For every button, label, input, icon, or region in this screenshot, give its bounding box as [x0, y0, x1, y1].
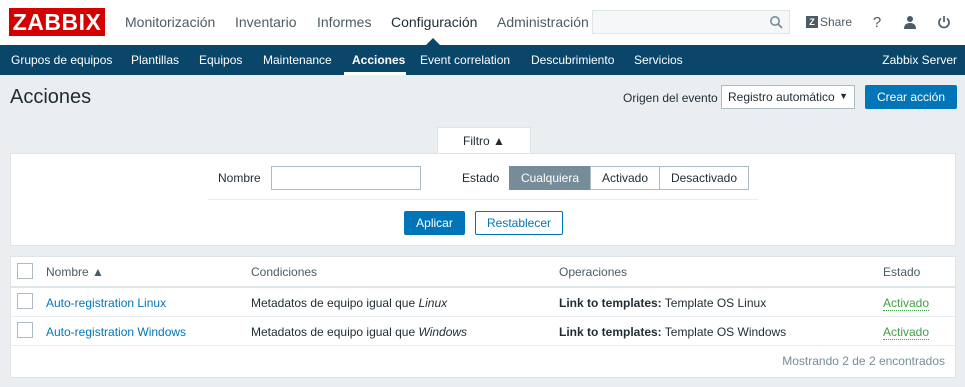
- state-any-radio[interactable]: Cualquiera: [509, 166, 591, 190]
- action-conditions: Metadatos de equipo igual que Windows: [251, 325, 467, 339]
- search-input[interactable]: [592, 10, 790, 34]
- sub-nav: Grupos de equipos Plantillas Equipos Mai…: [0, 45, 965, 75]
- active-nav-indicator: [426, 38, 440, 45]
- apply-button[interactable]: Aplicar: [404, 211, 465, 235]
- state-filter-label: Estado: [462, 171, 500, 185]
- operation-value: Template OS Windows: [661, 325, 787, 339]
- filter-divider: [208, 199, 758, 200]
- subnav-services[interactable]: Servicios: [634, 53, 683, 67]
- action-name-link[interactable]: Auto-registration Windows: [46, 325, 186, 339]
- power-icon[interactable]: [936, 13, 952, 31]
- name-filter-input[interactable]: [271, 166, 421, 190]
- col-name-header[interactable]: Nombre ▲: [46, 265, 104, 279]
- name-filter-label: Nombre: [218, 171, 261, 185]
- table-row: Auto-registration Windows Metadatos de e…: [11, 317, 955, 346]
- subnav-actions[interactable]: Acciones: [352, 53, 405, 67]
- nav-reports[interactable]: Informes: [317, 14, 371, 30]
- active-subnav-underline: [344, 72, 406, 75]
- operation-type: Link to templates:: [559, 296, 662, 310]
- nav-administration[interactable]: Administración: [497, 14, 589, 30]
- event-source-select[interactable]: Registro automático ▼: [721, 85, 855, 109]
- col-operations-header: Operaciones: [559, 265, 628, 279]
- operation-type: Link to templates:: [559, 325, 662, 339]
- action-name-link[interactable]: Auto-registration Linux: [46, 296, 166, 310]
- help-icon[interactable]: ?: [869, 13, 885, 31]
- reset-button[interactable]: Restablecer: [475, 211, 563, 235]
- subnav-maintenance[interactable]: Maintenance: [263, 53, 332, 67]
- share-label: Share: [820, 15, 853, 29]
- action-conditions: Metadatos de equipo igual que Linux: [251, 296, 447, 310]
- server-name: Zabbix Server: [882, 53, 957, 67]
- status-toggle[interactable]: Activado: [883, 296, 930, 311]
- condition-value: Linux: [418, 296, 448, 310]
- share-icon: Z: [806, 16, 818, 28]
- nav-inventory[interactable]: Inventario: [235, 14, 296, 30]
- nav-monitoring[interactable]: Monitorización: [125, 14, 215, 30]
- filter-tab[interactable]: Filtro ▲: [437, 127, 531, 154]
- subnav-host-groups[interactable]: Grupos de equipos: [11, 53, 112, 67]
- actions-table: Nombre ▲ Condiciones Operaciones Estado …: [10, 256, 956, 378]
- condition-value: Windows: [418, 325, 468, 339]
- subnav-discovery[interactable]: Descubrimiento: [531, 53, 614, 67]
- condition-text: Metadatos de equipo igual que: [251, 296, 419, 310]
- col-conditions-header: Condiciones: [251, 265, 318, 279]
- top-header: ZABBIX Monitorización Inventario Informe…: [0, 0, 965, 45]
- subnav-hosts[interactable]: Equipos: [199, 53, 242, 67]
- state-disabled-radio[interactable]: Desactivado: [659, 166, 749, 190]
- create-action-button[interactable]: Crear acción: [865, 85, 957, 109]
- action-operations: Link to templates: Template OS Windows: [559, 325, 786, 339]
- condition-text: Metadatos de equipo igual que: [251, 325, 419, 339]
- page-title: Acciones: [10, 86, 92, 108]
- select-all-checkbox[interactable]: [17, 263, 33, 279]
- subnav-event-correlation[interactable]: Event correlation: [420, 53, 510, 67]
- user-icon[interactable]: [902, 13, 918, 31]
- table-row: Auto-registration Linux Metadatos de equ…: [11, 288, 955, 317]
- operation-value: Template OS Linux: [661, 296, 767, 310]
- state-enabled-radio[interactable]: Activado: [590, 166, 660, 190]
- col-status-header[interactable]: Estado: [883, 265, 920, 279]
- subnav-templates[interactable]: Plantillas: [131, 53, 179, 67]
- row-checkbox[interactable]: [17, 322, 33, 338]
- row-checkbox[interactable]: [17, 293, 33, 309]
- share-button[interactable]: Z Share: [806, 15, 852, 29]
- event-source-label: Origen del evento: [623, 91, 718, 105]
- zabbix-logo[interactable]: ZABBIX: [9, 8, 105, 36]
- nav-configuration[interactable]: Configuración: [391, 14, 477, 30]
- dropdown-arrow-icon: ▼: [839, 91, 848, 101]
- search-icon[interactable]: [769, 15, 783, 29]
- table-header-row: Nombre ▲ Condiciones Operaciones Estado: [11, 257, 955, 288]
- action-operations: Link to templates: Template OS Linux: [559, 296, 766, 310]
- results-count: Mostrando 2 de 2 encontrados: [782, 354, 945, 368]
- status-toggle[interactable]: Activado: [883, 325, 930, 340]
- event-source-value: Registro automático: [728, 90, 835, 104]
